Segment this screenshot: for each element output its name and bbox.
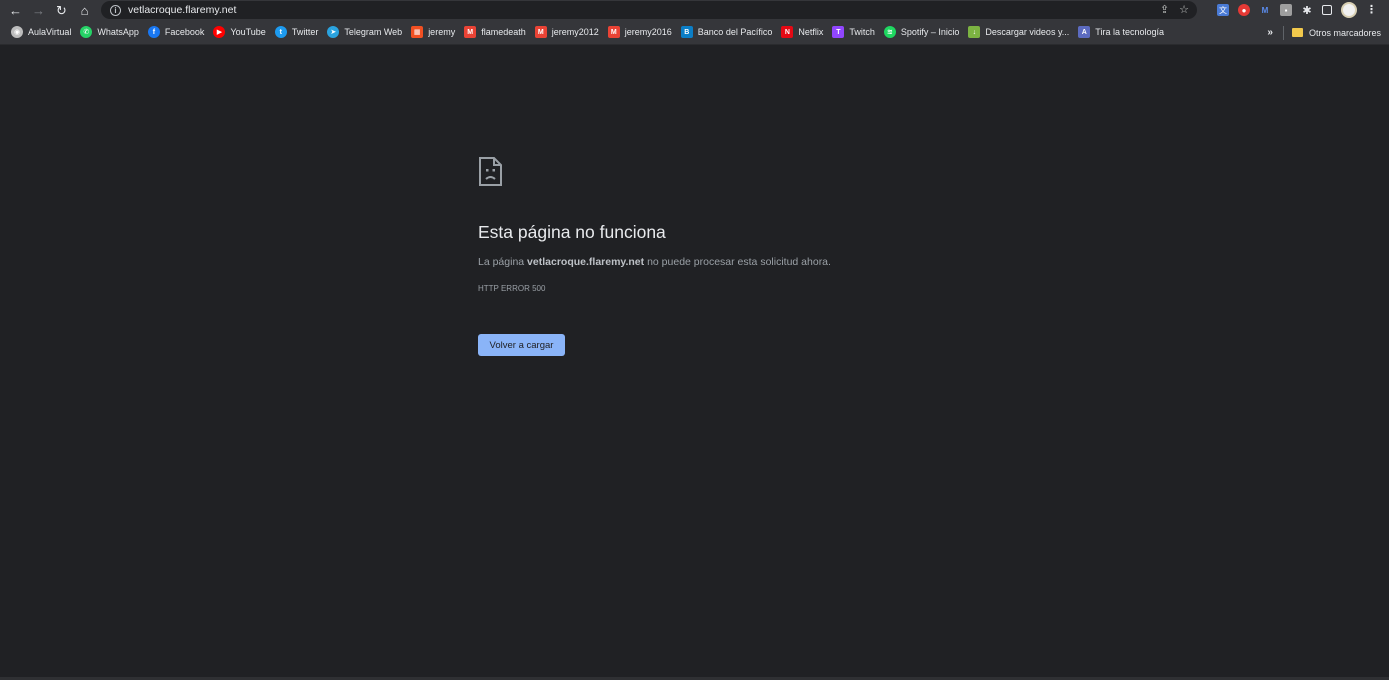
bookmark-label: Descargar videos y... [985, 27, 1070, 37]
folder-icon [1291, 28, 1303, 37]
bookmark-favicon-icon: ↓ [968, 26, 981, 38]
error-code: HTTP ERROR 500 [478, 284, 546, 293]
bookmark-favicon-icon: M [464, 26, 477, 38]
bookmark-item[interactable]: ↓ Descargar videos y... [966, 22, 1074, 42]
error-host: vetlacroque.flaremy.net [527, 256, 645, 268]
bookmarks-right: » Otros marcadores [1267, 20, 1383, 45]
share-icon[interactable]: ⇪ [1160, 4, 1169, 16]
bookmark-item[interactable]: ▶ YouTube [211, 22, 270, 42]
red-extension-icon[interactable]: ● [1238, 4, 1250, 16]
bookmark-item[interactable]: f Facebook [146, 22, 210, 42]
arrow-right-icon: → [32, 2, 45, 18]
back-button[interactable]: ← [4, 0, 27, 20]
bookmark-item[interactable]: Mflamedeath [462, 22, 531, 42]
bookmark-label: jeremy [428, 27, 456, 37]
bookmarks-overflow-button[interactable]: » [1267, 27, 1273, 38]
bookmark-star-icon[interactable]: ☆ [1179, 4, 1189, 16]
bookmark-favicon-icon: f [147, 26, 160, 38]
reload-button[interactable]: ↻ [50, 0, 73, 20]
address-url[interactable]: vetlacroque.flaremy.net [128, 4, 236, 16]
m-extension-icon[interactable]: M [1259, 4, 1271, 16]
bookmark-favicon-icon: T [832, 26, 845, 38]
bookmark-label: Netflix [798, 27, 824, 37]
reload-icon: ↻ [56, 2, 67, 18]
bookmark-favicon-icon: B [680, 26, 693, 38]
bookmark-label: WhatsApp [97, 27, 139, 37]
bookmark-favicon-icon: ➤ [327, 26, 340, 38]
bookmark-favicon-icon: ≋ [883, 26, 896, 38]
bookmark-label: Tira la tecnología [1095, 27, 1164, 37]
profile-avatar[interactable] [1341, 2, 1357, 18]
bookmark-item[interactable]: A Tira la tecnología [1076, 22, 1169, 42]
puzzle-extensions-icon[interactable]: ✱ [1301, 4, 1313, 17]
bookmark-label: Spotify – Inicio [900, 27, 960, 37]
bookmark-label: jeremy2016 [624, 27, 672, 37]
bookmark-favicon-icon: ◉ [11, 26, 23, 38]
bookmark-item[interactable]: N Netflix [779, 22, 828, 42]
bookmark-label: Telegram Web [344, 27, 403, 37]
info-icon[interactable]: i [110, 4, 121, 16]
bookmark-item[interactable]: ◉ AulaVirtual [9, 22, 76, 42]
reload-page-button[interactable]: Volver a cargar [478, 334, 565, 356]
bookmark-item[interactable]: ▦ jeremy [409, 22, 460, 42]
bookmarks-bar: ◉ AulaVirtual ✆ WhatsApp f Facebook ▶ YouTube t T… [0, 20, 1389, 45]
error-description: La página vetlacroque.flaremy.net no pue… [478, 256, 831, 268]
bookmark-favicon-icon: ✆ [80, 26, 93, 38]
bookmark-label: Facebook [164, 27, 205, 37]
bookmark-item[interactable]: ✆ WhatsApp [78, 22, 144, 42]
bookmarks-divider [1282, 25, 1284, 40]
bookmark-favicon-icon: M [607, 26, 620, 38]
bookmark-label: Twitch [849, 27, 875, 37]
bookmark-label: Twitter [291, 27, 319, 37]
bookmark-favicon-icon: ▶ [213, 26, 226, 38]
bookmark-item[interactable]: ≋ Spotify – Inicio [882, 22, 965, 42]
extensions-area: 文 ● M ▪ ✱ ⋮ [1217, 0, 1389, 20]
gray-extension-icon[interactable]: ▪ [1280, 4, 1292, 16]
bookmark-label: AulaVirtual [28, 27, 72, 37]
bookmark-item[interactable]: Mjeremy2012 [533, 22, 604, 42]
home-button[interactable]: ⌂ [73, 0, 96, 20]
menu-kebab-icon[interactable]: ⋮ [1366, 4, 1377, 16]
bookmark-item[interactable]: Mjeremy2016 [606, 22, 677, 42]
other-bookmarks-label: Otros marcadores [1308, 27, 1381, 38]
error-desc-suffix: no puede procesar esta solicitud ahora. [644, 256, 831, 268]
side-panel-icon[interactable] [1322, 5, 1332, 15]
browser-toolbar: ← → ↻ ⌂ i vetlacroque.flaremy.net ⇪ ☆ 文 … [0, 0, 1389, 20]
translate-extension-icon[interactable]: 文 [1217, 4, 1229, 16]
bookmark-favicon-icon: N [781, 26, 794, 38]
error-desc-prefix: La página [478, 256, 528, 268]
bookmark-label: Banco del Pacífico [697, 27, 773, 37]
bookmark-label: jeremy2012 [551, 27, 599, 37]
address-bar[interactable]: i vetlacroque.flaremy.net ⇪ ☆ [101, 1, 1197, 19]
sad-document-icon [479, 157, 502, 186]
bookmark-favicon-icon: t [274, 26, 287, 38]
bookmark-favicon-icon: M [534, 26, 547, 38]
bookmark-favicon-icon: ▦ [411, 26, 424, 38]
bookmark-favicon-icon: A [1078, 26, 1091, 38]
bookmark-item[interactable]: T Twitch [830, 22, 880, 42]
bookmark-item[interactable]: ➤ Telegram Web [325, 22, 407, 42]
home-icon: ⌂ [80, 2, 89, 18]
other-bookmarks-folder[interactable]: Otros marcadores [1291, 23, 1381, 43]
bookmark-label: flamedeath [481, 27, 526, 37]
forward-button[interactable]: → [27, 0, 50, 20]
error-title: Esta página no funciona [478, 222, 666, 242]
bookmark-item[interactable]: t Twitter [273, 22, 324, 42]
arrow-left-icon: ← [9, 2, 22, 18]
bookmark-label: YouTube [230, 27, 266, 37]
bookmark-item[interactable]: B Banco del Pacífico [679, 22, 778, 42]
